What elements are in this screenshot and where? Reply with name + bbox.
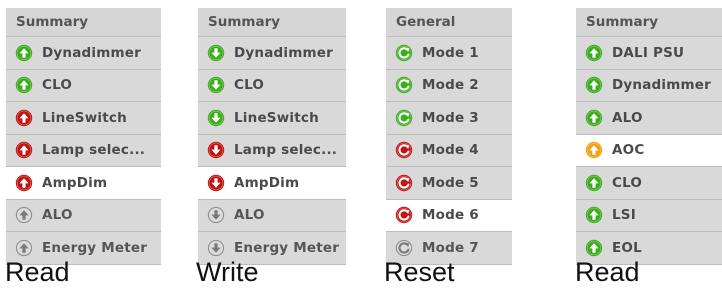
row-label: AmpDim [42,174,108,191]
reset-icon [395,206,413,224]
panel-reset-general: General Mode 1 Mode 2 Mode 3 Mode 4 Mode… [386,8,512,265]
row-label: CLO [612,174,643,191]
up-arrow-icon [15,174,33,192]
reset-icon [395,44,413,62]
list-item[interactable]: CLO [198,69,346,102]
down-arrow-icon [207,174,225,192]
up-arrow-icon [585,76,603,94]
row-label: LSI [612,207,636,224]
list-item[interactable]: LineSwitch [6,102,161,135]
row-label: CLO [234,77,265,94]
row-label: Mode 2 [422,77,479,94]
list-item[interactable]: Mode 6 [386,199,512,232]
panel-read-summary-2: Summary DALI PSU Dynadimmer ALO AOC CLO … [576,8,722,265]
panel-read-summary: Summary Dynadimmer CLO LineSwitch Lamp s… [6,8,161,265]
list-item[interactable]: ALO [198,199,346,232]
list-item[interactable]: Mode 4 [386,134,512,167]
row-label: ALO [234,207,265,224]
row-label: Mode 3 [422,109,479,126]
row-label: ALO [612,109,643,126]
down-arrow-icon [207,76,225,94]
list-item[interactable]: Lamp selec... [198,134,346,167]
list-item[interactable]: ALO [576,102,722,135]
reset-icon [395,141,413,159]
down-arrow-icon [207,206,225,224]
list-item[interactable]: Mode 5 [386,167,512,200]
list-item[interactable]: AmpDim [198,167,346,200]
row-label: Energy Meter [234,239,340,256]
panel-header: Summary [576,8,722,37]
up-arrow-icon [15,206,33,224]
list-item[interactable]: Dynadimmer [576,69,722,102]
row-label: Dynadimmer [612,77,711,94]
list-item[interactable]: Mode 1 [386,37,512,70]
up-arrow-icon [585,206,603,224]
up-arrow-icon [15,76,33,94]
row-label: AmpDim [234,174,300,191]
caption-write: Write [196,257,259,287]
down-arrow-icon [207,141,225,159]
list-item[interactable]: Mode 2 [386,69,512,102]
row-label: Lamp selec... [42,142,146,159]
row-label: Energy Meter [42,239,148,256]
row-label: LineSwitch [42,109,127,126]
row-label: Mode 6 [422,207,479,224]
list-item[interactable]: DALI PSU [576,37,722,70]
row-label: DALI PSU [612,44,685,61]
up-arrow-icon [585,109,603,127]
up-arrow-icon [585,174,603,192]
list-item[interactable]: CLO [6,69,161,102]
list-item[interactable]: LineSwitch [198,102,346,135]
panel-header: General [386,8,512,37]
list-item[interactable]: Mode 3 [386,102,512,135]
panel-header: Summary [6,8,161,37]
list-item[interactable]: Dynadimmer [6,37,161,70]
up-arrow-icon [15,239,33,257]
list-item[interactable]: Lamp selec... [6,134,161,167]
row-label: Mode 7 [422,239,479,256]
list-item[interactable]: ALO [6,199,161,232]
up-arrow-icon [15,109,33,127]
down-arrow-icon [207,44,225,62]
list-item[interactable]: LSI [576,199,722,232]
up-arrow-icon [585,141,603,159]
reset-icon [395,174,413,192]
reset-icon [395,239,413,257]
row-label: Mode 1 [422,44,479,61]
up-arrow-icon [15,44,33,62]
panel-header: Summary [198,8,346,37]
up-arrow-icon [15,141,33,159]
row-label: ALO [42,207,73,224]
row-label: Mode 5 [422,174,479,191]
row-label: LineSwitch [234,109,319,126]
row-label: EOL [612,239,642,256]
row-label: Dynadimmer [234,44,333,61]
caption-read: Read [5,257,70,287]
down-arrow-icon [207,109,225,127]
row-label: Mode 4 [422,142,479,159]
row-label: AOC [612,142,645,159]
list-item[interactable]: AmpDim [6,167,161,200]
up-arrow-icon [585,239,603,257]
list-item[interactable]: Dynadimmer [198,37,346,70]
caption-read-2: Read [575,257,640,287]
row-label: CLO [42,77,73,94]
reset-icon [395,109,413,127]
list-item[interactable]: CLO [576,167,722,200]
caption-reset: Reset [384,257,455,287]
reset-icon [395,76,413,94]
panel-write-summary: Summary Dynadimmer CLO LineSwitch Lamp s… [198,8,346,265]
down-arrow-icon [207,239,225,257]
up-arrow-icon [585,44,603,62]
list-item[interactable]: AOC [576,134,722,167]
row-label: Dynadimmer [42,44,141,61]
row-label: Lamp selec... [234,142,338,159]
